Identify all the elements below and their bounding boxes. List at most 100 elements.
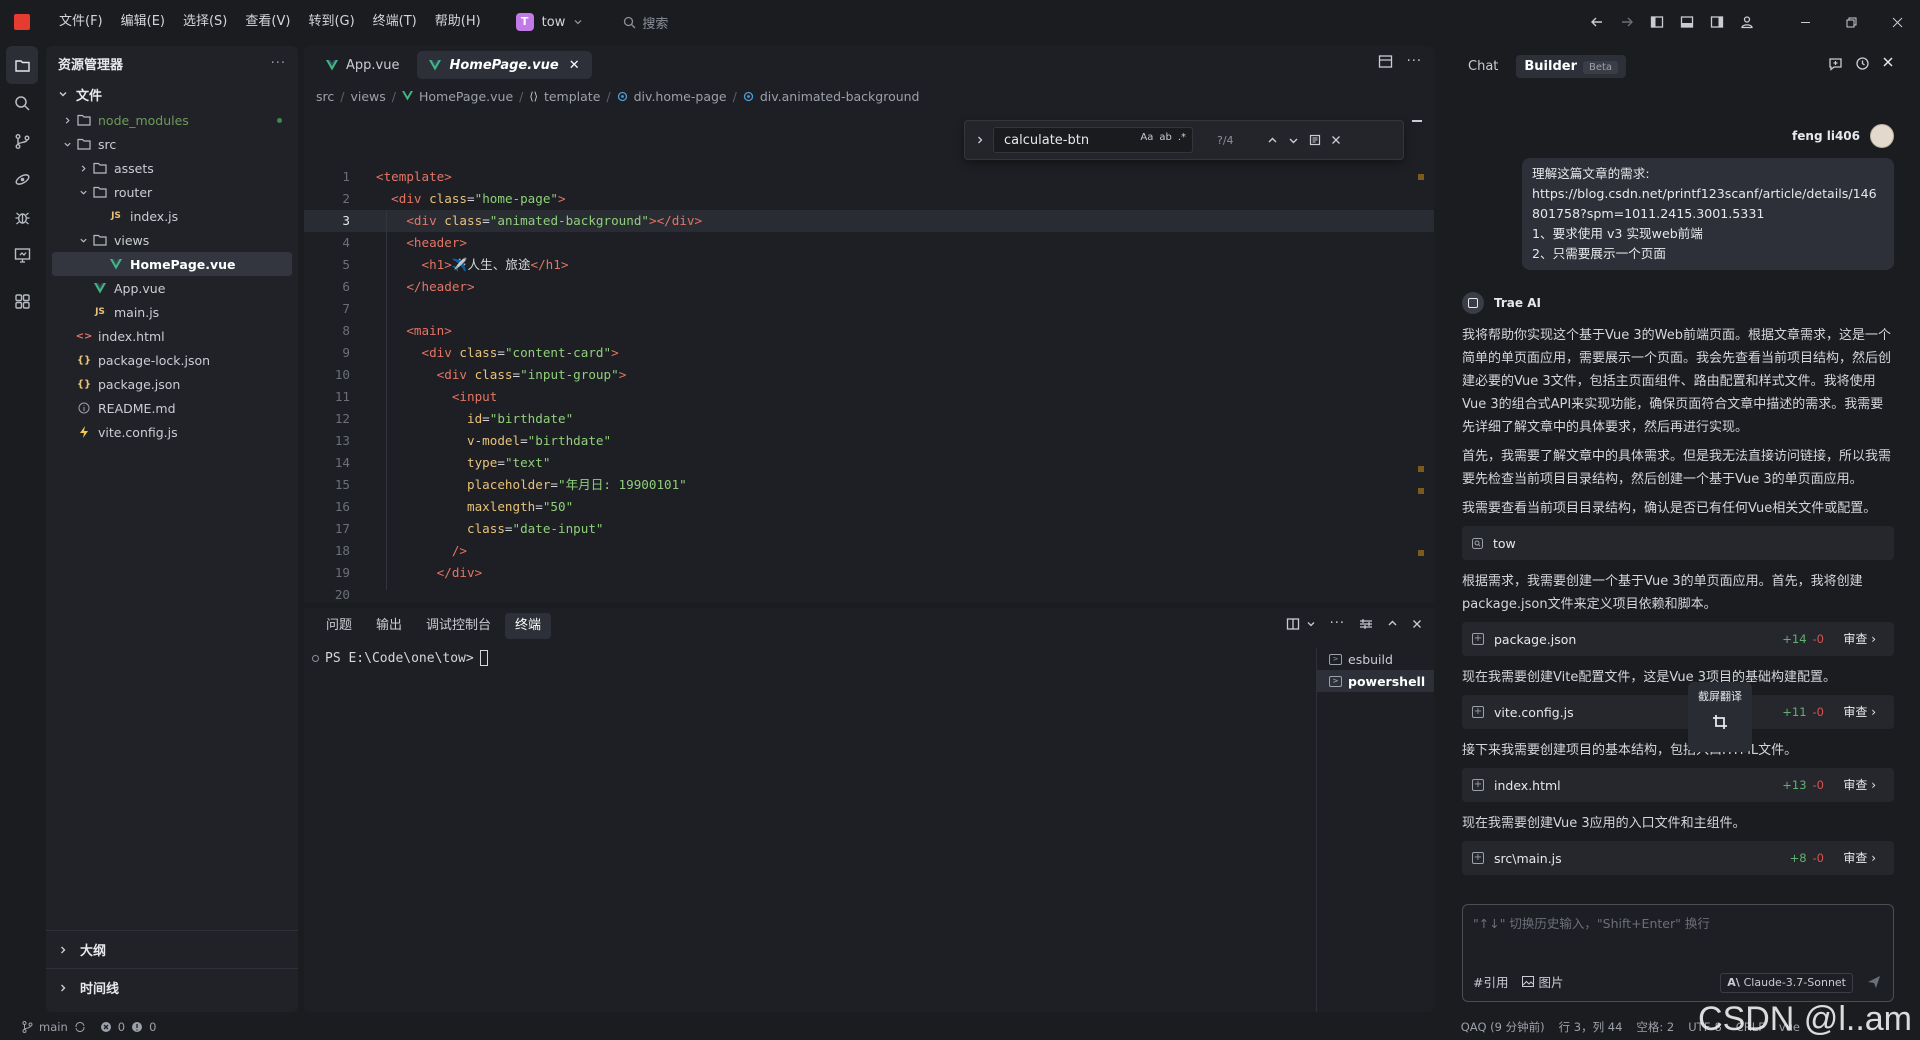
arrow-up-icon[interactable] — [1267, 135, 1278, 146]
tab-chat[interactable]: Chat — [1460, 55, 1506, 78]
tree-file[interactable]: JS main.js — [46, 300, 298, 324]
menu-view[interactable]: 查看(V) — [236, 8, 299, 36]
review-button[interactable]: 审查 › — [1843, 847, 1876, 870]
menu-terminal[interactable]: 终端(T) — [364, 8, 426, 36]
blame-info[interactable]: QAQ (9 分钟前) — [1461, 1019, 1545, 1035]
forward-button[interactable] — [1612, 7, 1642, 37]
breadcrumb-item[interactable]: template — [544, 89, 600, 104]
close-icon[interactable] — [1331, 135, 1341, 145]
model-selector[interactable]: A\ Claude-3.7-Sonnet — [1720, 973, 1853, 993]
menu-help[interactable]: 帮助(H) — [426, 8, 490, 36]
new-chat-icon[interactable] — [1828, 56, 1843, 71]
tree-folder[interactable]: router — [46, 180, 298, 204]
minimize-button[interactable] — [1782, 0, 1828, 44]
tree-file[interactable]: App.vue — [46, 276, 298, 300]
global-search[interactable]: 搜索 — [623, 13, 668, 32]
image-button[interactable]: 图片 — [1538, 972, 1563, 991]
breadcrumb-item[interactable]: src — [316, 89, 334, 104]
tab-debug-console[interactable]: 调试控制台 — [416, 613, 501, 639]
chevron-up-icon[interactable] — [1387, 618, 1398, 629]
extensions-activity[interactable] — [0, 282, 44, 320]
tree-file[interactable]: {} package-lock.json — [46, 348, 298, 372]
restore-button[interactable] — [1828, 0, 1874, 44]
chevron-right-icon[interactable] — [975, 135, 985, 145]
tab-output[interactable]: 输出 — [366, 613, 412, 639]
review-button[interactable]: 审查 › — [1843, 774, 1876, 797]
close-icon[interactable] — [1882, 56, 1894, 68]
tab-builder[interactable]: Builder Beta — [1516, 54, 1627, 78]
match-case-toggle[interactable]: Aa — [1140, 132, 1153, 143]
warning-count[interactable]: 0 — [149, 1020, 156, 1034]
chat-input[interactable] — [1473, 913, 1883, 943]
cursor-position[interactable]: 行 3，列 44 — [1559, 1019, 1623, 1035]
split-editor-icon[interactable] — [1378, 54, 1393, 69]
more-icon[interactable]: ··· — [1330, 616, 1345, 631]
breadcrumb-item[interactable]: HomePage.vue — [419, 89, 513, 104]
send-icon[interactable] — [1867, 975, 1881, 989]
account-button[interactable] — [1732, 7, 1762, 37]
more-icon[interactable]: ··· — [271, 56, 286, 71]
explorer-activity[interactable] — [6, 46, 38, 84]
breadcrumb-item[interactable]: div.animated-background — [760, 89, 920, 104]
cite-button[interactable]: #引用 — [1473, 972, 1508, 991]
indentation[interactable]: 空格: 2 — [1636, 1019, 1674, 1035]
menu-edit[interactable]: 编辑(E) — [112, 8, 174, 36]
tab-homepage-vue[interactable]: HomePage.vue ✕ — [417, 51, 592, 79]
more-icon[interactable]: ··· — [1407, 54, 1422, 69]
timeline-section[interactable]: 时间线 — [46, 968, 298, 1006]
code-editor[interactable]: 1 <template> 2 <div class="home-page"> 3 <d… — [304, 166, 1434, 602]
panel-layout-icon[interactable] — [1359, 617, 1373, 631]
file-change-card[interactable]: + package.json +14 -0 审查 › — [1462, 622, 1894, 656]
tree-file[interactable]: README.md — [46, 396, 298, 420]
whole-word-toggle[interactable]: ab — [1159, 132, 1171, 143]
tree-folder[interactable]: node_modules — [46, 108, 298, 132]
close-tab-icon[interactable]: ✕ — [569, 58, 580, 73]
preview-activity[interactable] — [0, 236, 44, 274]
close-window-button[interactable] — [1874, 0, 1920, 44]
arrow-down-icon[interactable] — [1288, 135, 1299, 146]
file-change-card[interactable]: + index.html +13 -0 审查 › — [1462, 768, 1894, 802]
sync-icon[interactable] — [74, 1021, 86, 1033]
search-result-chip[interactable]: tow — [1462, 526, 1894, 560]
error-count[interactable]: 0 — [118, 1020, 125, 1034]
project-switcher[interactable]: T tow — [515, 8, 584, 36]
breadcrumb-item[interactable]: views — [350, 89, 385, 104]
review-button[interactable]: 审查 › — [1843, 701, 1876, 724]
debug-activity[interactable] — [0, 198, 44, 236]
tree-file[interactable]: {} package.json — [46, 372, 298, 396]
tree-file[interactable]: <> index.html — [46, 324, 298, 348]
tree-folder[interactable]: assets — [46, 156, 298, 180]
find-in-selection-icon[interactable] — [1309, 134, 1321, 146]
review-button[interactable]: 审查 › — [1843, 628, 1876, 651]
toggle-chat-button[interactable] — [1702, 7, 1732, 37]
tab-terminal[interactable]: 终端 — [505, 613, 552, 639]
terminal-item-esbuild[interactable]: > esbuild — [1317, 648, 1434, 670]
chevron-down-icon[interactable] — [1306, 619, 1316, 629]
source-control-activity[interactable] — [0, 122, 44, 160]
search-activity[interactable] — [0, 84, 44, 122]
outline-section[interactable]: 大纲 — [46, 930, 298, 968]
tree-folder[interactable]: views — [46, 228, 298, 252]
remote-activity[interactable] — [0, 160, 44, 198]
menu-selection[interactable]: 选择(S) — [174, 8, 236, 36]
toggle-sidebar-button[interactable] — [1642, 7, 1672, 37]
regex-toggle[interactable]: .* — [1178, 132, 1186, 143]
history-icon[interactable] — [1855, 56, 1870, 71]
find-input[interactable]: calculate-btn Aa ab .* — [993, 127, 1193, 153]
back-button[interactable] — [1582, 7, 1612, 37]
tab-app-vue[interactable]: App.vue — [314, 51, 411, 79]
tab-problems[interactable]: 问题 — [316, 613, 362, 639]
file-change-card[interactable]: + src\main.js +8 -0 审查 › — [1462, 841, 1894, 875]
breadcrumb-item[interactable]: div.home-page — [634, 89, 727, 104]
tree-folder[interactable]: src — [46, 132, 298, 156]
menu-file[interactable]: 文件(F) — [50, 8, 112, 36]
screenshot-translate-tooltip[interactable]: 截屏翻译 — [1688, 682, 1752, 752]
tree-file[interactable]: JS index.js — [46, 204, 298, 228]
tree-file[interactable]: vite.config.js — [46, 420, 298, 444]
toggle-panel-button[interactable] — [1672, 7, 1702, 37]
terminal-item-powershell[interactable]: > powershell — [1317, 670, 1434, 692]
files-section-header[interactable]: 文件 — [46, 80, 298, 108]
menu-go[interactable]: 转到(G) — [299, 8, 363, 36]
branch-name[interactable]: main — [39, 1020, 68, 1034]
tree-file[interactable]: HomePage.vue — [52, 252, 292, 276]
